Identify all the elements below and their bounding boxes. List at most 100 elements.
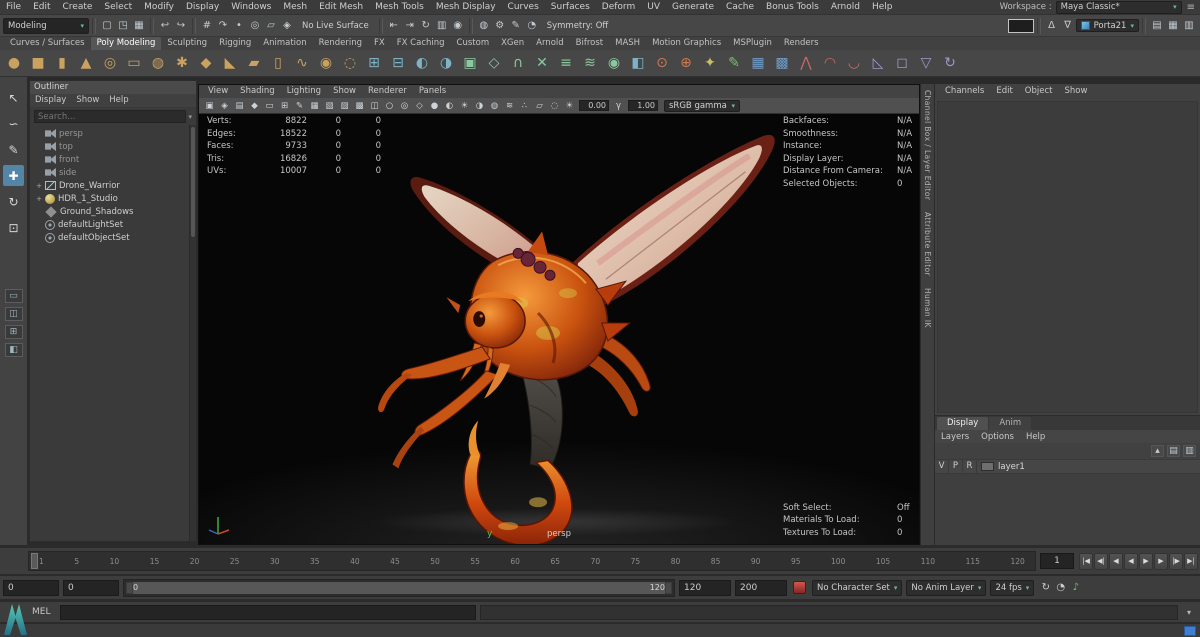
shelf-tab-animation[interactable]: Animation <box>257 37 312 50</box>
outliner-item-hdr-1-studio[interactable]: + HDR_1_Studio <box>30 192 196 205</box>
range-handle-right[interactable] <box>665 581 672 594</box>
select-camera-icon[interactable]: ▣ <box>202 99 217 112</box>
render-frame-icon[interactable]: ◉ <box>450 18 466 34</box>
go-to-start-button[interactable]: |◀ <box>1079 552 1093 570</box>
shelf-tab-mash[interactable]: MASH <box>609 37 646 50</box>
safe-title-icon[interactable]: ◎ <box>397 99 412 112</box>
poly-torus-icon[interactable]: ◎ <box>98 51 122 75</box>
snap-to-grid-icon[interactable]: # <box>199 18 215 34</box>
camera-attributes-icon[interactable]: ▤ <box>232 99 247 112</box>
layer-tab-display[interactable]: Display <box>937 417 989 430</box>
viewport-menu-lighting[interactable]: Lighting <box>281 85 327 98</box>
menu-display[interactable]: Display <box>180 0 225 15</box>
multi-cut-icon[interactable]: ✕ <box>530 51 554 75</box>
menu-select[interactable]: Select <box>98 0 138 15</box>
undo-icon[interactable]: ↩ <box>157 18 173 34</box>
shelf-tab-bifrost[interactable]: Bifrost <box>570 37 609 50</box>
layer-menu-options[interactable]: Options <box>975 432 1020 442</box>
grease-pencil-icon[interactable]: ✎ <box>292 99 307 112</box>
poly-prism-icon[interactable]: ▰ <box>242 51 266 75</box>
film-gate-icon[interactable]: ▧ <box>322 99 337 112</box>
smooth-icon[interactable]: ◉ <box>602 51 626 75</box>
poly-superellipse-icon[interactable]: ◌ <box>338 51 362 75</box>
viewport-menu-renderer[interactable]: Renderer <box>362 85 413 98</box>
mirror-icon[interactable]: ◧ <box>626 51 650 75</box>
help-line-button[interactable] <box>1184 625 1196 636</box>
bridge-icon[interactable]: ∩ <box>506 51 530 75</box>
outliner-item-persp[interactable]: persp <box>30 127 196 140</box>
menu-create[interactable]: Create <box>57 0 99 15</box>
resolution-gate-icon[interactable]: ▨ <box>337 99 352 112</box>
menu-mesh-tools[interactable]: Mesh Tools <box>369 0 430 15</box>
poly-soccerball-icon[interactable]: ◉ <box>314 51 338 75</box>
outliner-menu-display[interactable]: Display <box>30 94 71 107</box>
grid-icon[interactable]: ▦ <box>307 99 322 112</box>
soften-edge-icon[interactable]: ◠ <box>818 51 842 75</box>
separate-icon[interactable]: ⊟ <box>386 51 410 75</box>
output-connections-icon[interactable]: ⇥ <box>402 18 418 34</box>
input-connections-icon[interactable]: ⇤ <box>386 18 402 34</box>
panel-tab-attribute-editor[interactable]: Attribute Editor <box>923 212 932 276</box>
auto-key-icon[interactable]: ◔ <box>1053 582 1068 593</box>
move-tool[interactable]: ✚ <box>3 165 24 186</box>
single-pane-layout-button[interactable]: ▭ <box>4 289 23 303</box>
fps-dropdown[interactable]: 24 fps ▾ <box>990 579 1035 596</box>
spin-edge-icon[interactable]: ↻ <box>938 51 962 75</box>
outliner-menu-show[interactable]: Show <box>71 94 104 107</box>
reduce-icon[interactable]: ▽ <box>914 51 938 75</box>
menu-uv[interactable]: UV <box>641 0 666 15</box>
field-chart-icon[interactable]: ◫ <box>367 99 382 112</box>
boolean-difference-icon[interactable]: ◑ <box>434 51 458 75</box>
scrollbar-thumb[interactable] <box>191 127 195 237</box>
absolute-transform-icon[interactable]: Δ <box>1044 18 1060 34</box>
boolean-union-icon[interactable]: ◐ <box>410 51 434 75</box>
poly-cone-icon[interactable]: ▲ <box>74 51 98 75</box>
quick-input-field[interactable] <box>1007 18 1034 33</box>
triangulate-icon[interactable]: ◺ <box>866 51 890 75</box>
extrude-icon[interactable]: ▣ <box>458 51 482 75</box>
layer-color-swatch[interactable] <box>981 462 994 471</box>
make-object-live-icon[interactable]: ◈ <box>279 18 295 34</box>
combine-icon[interactable]: ⊞ <box>362 51 386 75</box>
four-pane-layout-button[interactable]: ⊞ <box>4 325 23 339</box>
isolate-select-icon[interactable]: ◌ <box>547 99 562 112</box>
animation-end-field[interactable] <box>735 579 787 596</box>
layer-menu-layers[interactable]: Layers <box>935 432 975 442</box>
layer-menu-help[interactable]: Help <box>1020 432 1051 442</box>
layer-row[interactable]: V P R layer1 <box>935 459 1200 474</box>
outliner-item-drone-warrior[interactable]: + Drone_Warrior <box>30 179 196 192</box>
gamma-field[interactable] <box>628 100 658 111</box>
shelf-tab-msplugin[interactable]: MSPlugin <box>727 37 778 50</box>
layer-tab-anim[interactable]: Anim <box>989 417 1032 430</box>
shelf-tab-custom[interactable]: Custom <box>451 37 496 50</box>
viewport-menu-show[interactable]: Show <box>327 85 362 98</box>
sculpt-tool-icon[interactable]: ✦ <box>698 51 722 75</box>
render-view-icon[interactable]: ▥ <box>434 18 450 34</box>
channel-menu-show[interactable]: Show <box>1058 86 1093 99</box>
poly-pipe-icon[interactable]: ▯ <box>266 51 290 75</box>
menu-mesh-display[interactable]: Mesh Display <box>430 0 502 15</box>
xray-icon[interactable]: ▱ <box>532 99 547 112</box>
color-transform-dropdown[interactable]: sRGB gamma ▾ <box>664 99 740 112</box>
textured-icon[interactable]: ◐ <box>442 99 457 112</box>
paint-select-tool[interactable]: ✎ <box>3 139 24 160</box>
step-forward-key-button[interactable]: |▶ <box>1169 552 1183 570</box>
shadows-icon[interactable]: ◑ <box>472 99 487 112</box>
go-to-end-button[interactable]: ▶| <box>1184 552 1198 570</box>
quadrangulate-icon[interactable]: ◻ <box>890 51 914 75</box>
new-scene-icon[interactable]: ▢ <box>99 18 115 34</box>
panel-tab-channel-box-layer-editor[interactable]: Channel Box / Layer Editor <box>923 90 932 200</box>
outliner-item-defaultlightset[interactable]: defaultLightSet <box>30 218 196 231</box>
outliner-menu-help[interactable]: Help <box>104 94 133 107</box>
workspace-dropdown[interactable]: Maya Classic* ▾ <box>1055 0 1182 14</box>
attribute-editor-toggle[interactable]: ▤ <box>1149 18 1165 34</box>
outliner-item-defaultobjectset[interactable]: defaultObjectSet <box>30 231 196 244</box>
layer-playback-toggle[interactable]: P <box>949 459 963 474</box>
shaded-icon[interactable]: ● <box>427 99 442 112</box>
scale-tool[interactable]: ⊡ <box>3 217 24 238</box>
outliner-item-ground-shadows[interactable]: Ground_Shadows <box>30 205 196 218</box>
poly-sphere-icon[interactable]: ● <box>2 51 26 75</box>
menu-set-dropdown[interactable]: Modeling ▾ <box>3 17 89 34</box>
menu-arnold[interactable]: Arnold <box>825 0 866 15</box>
menu-icon[interactable]: ≡ <box>1187 2 1195 13</box>
